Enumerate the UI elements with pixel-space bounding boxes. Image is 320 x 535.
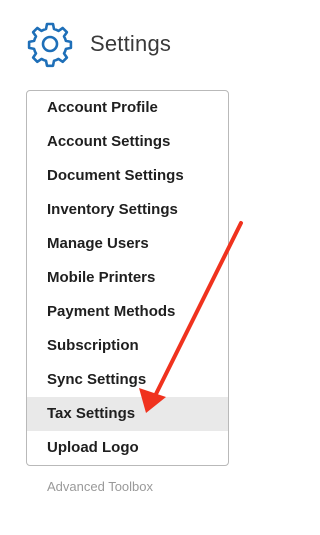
advanced-toolbox-link[interactable]: Advanced Toolbox — [47, 479, 153, 494]
page-header: Settings — [26, 20, 171, 68]
menu-item-tax-settings[interactable]: Tax Settings — [27, 397, 228, 431]
menu-item-subscription[interactable]: Subscription — [27, 329, 228, 363]
menu-item-upload-logo[interactable]: Upload Logo — [27, 431, 228, 465]
gear-icon — [27, 22, 73, 68]
menu-item-inventory-settings[interactable]: Inventory Settings — [27, 193, 228, 227]
settings-menu: Account Profile Account Settings Documen… — [26, 90, 229, 466]
menu-item-account-settings[interactable]: Account Settings — [27, 125, 228, 159]
menu-item-manage-users[interactable]: Manage Users — [27, 227, 228, 261]
menu-item-document-settings[interactable]: Document Settings — [27, 159, 228, 193]
page-title: Settings — [90, 31, 172, 56]
menu-item-sync-settings[interactable]: Sync Settings — [27, 363, 228, 397]
menu-item-mobile-printers[interactable]: Mobile Printers — [27, 261, 228, 295]
menu-item-account-profile[interactable]: Account Profile — [27, 91, 228, 125]
menu-item-payment-methods[interactable]: Payment Methods — [27, 295, 228, 329]
